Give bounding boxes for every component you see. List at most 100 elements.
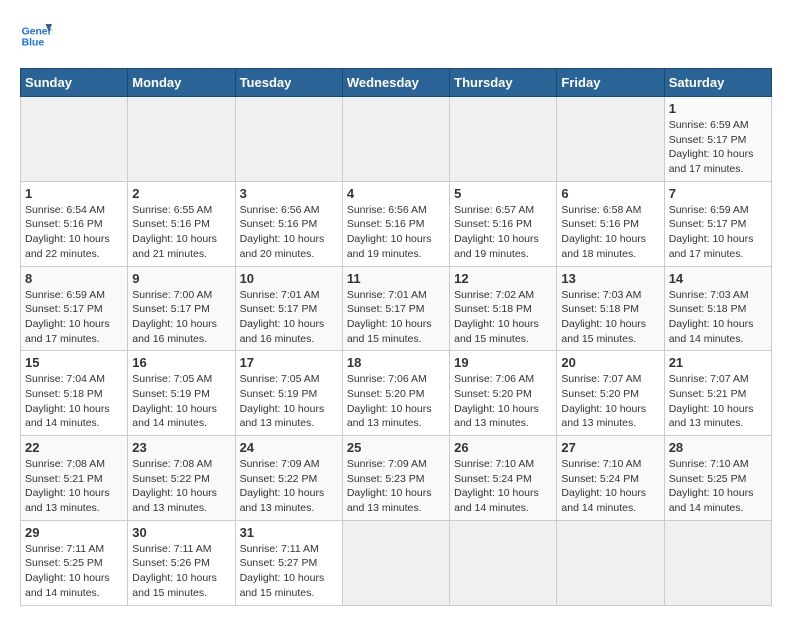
day-number: 4 [347, 186, 445, 201]
day-info: Sunrise: 7:08 AM Sunset: 5:21 PM Dayligh… [25, 457, 123, 516]
day-number: 10 [240, 271, 338, 286]
day-info: Sunrise: 7:11 AM Sunset: 5:26 PM Dayligh… [132, 542, 230, 601]
day-number: 18 [347, 355, 445, 370]
day-info: Sunrise: 7:04 AM Sunset: 5:18 PM Dayligh… [25, 372, 123, 431]
day-number: 8 [25, 271, 123, 286]
day-number: 9 [132, 271, 230, 286]
day-number: 22 [25, 440, 123, 455]
calendar-cell: 29 Sunrise: 7:11 AM Sunset: 5:25 PM Dayl… [21, 520, 128, 605]
day-number: 15 [25, 355, 123, 370]
calendar-cell: 26 Sunrise: 7:10 AM Sunset: 5:24 PM Dayl… [450, 436, 557, 521]
calendar-week-1: 1 Sunrise: 6:54 AM Sunset: 5:16 PM Dayli… [21, 181, 772, 266]
day-info: Sunrise: 7:03 AM Sunset: 5:18 PM Dayligh… [669, 288, 767, 347]
calendar-cell [342, 97, 449, 182]
calendar-cell: 6 Sunrise: 6:58 AM Sunset: 5:16 PM Dayli… [557, 181, 664, 266]
day-info: Sunrise: 6:57 AM Sunset: 5:16 PM Dayligh… [454, 203, 552, 262]
calendar-cell [450, 97, 557, 182]
calendar-week-5: 29 Sunrise: 7:11 AM Sunset: 5:25 PM Dayl… [21, 520, 772, 605]
day-info: Sunrise: 6:54 AM Sunset: 5:16 PM Dayligh… [25, 203, 123, 262]
day-of-week-thursday: Thursday [450, 69, 557, 97]
calendar-cell: 15 Sunrise: 7:04 AM Sunset: 5:18 PM Dayl… [21, 351, 128, 436]
day-info: Sunrise: 7:05 AM Sunset: 5:19 PM Dayligh… [240, 372, 338, 431]
day-info: Sunrise: 7:11 AM Sunset: 5:25 PM Dayligh… [25, 542, 123, 601]
calendar-cell [342, 520, 449, 605]
day-info: Sunrise: 7:10 AM Sunset: 5:24 PM Dayligh… [454, 457, 552, 516]
calendar-cell: 25 Sunrise: 7:09 AM Sunset: 5:23 PM Dayl… [342, 436, 449, 521]
logo: General Blue [20, 20, 56, 52]
day-info: Sunrise: 7:07 AM Sunset: 5:20 PM Dayligh… [561, 372, 659, 431]
calendar-cell: 31 Sunrise: 7:11 AM Sunset: 5:27 PM Dayl… [235, 520, 342, 605]
day-number: 24 [240, 440, 338, 455]
day-number: 12 [454, 271, 552, 286]
logo-icon: General Blue [20, 20, 52, 52]
day-of-week-tuesday: Tuesday [235, 69, 342, 97]
calendar-cell: 20 Sunrise: 7:07 AM Sunset: 5:20 PM Dayl… [557, 351, 664, 436]
day-number: 17 [240, 355, 338, 370]
day-number: 1 [669, 101, 767, 116]
day-info: Sunrise: 7:06 AM Sunset: 5:20 PM Dayligh… [454, 372, 552, 431]
calendar-cell: 8 Sunrise: 6:59 AM Sunset: 5:17 PM Dayli… [21, 266, 128, 351]
calendar-cell: 1 Sunrise: 6:54 AM Sunset: 5:16 PM Dayli… [21, 181, 128, 266]
day-number: 14 [669, 271, 767, 286]
day-number: 11 [347, 271, 445, 286]
calendar-header-row: SundayMondayTuesdayWednesdayThursdayFrid… [21, 69, 772, 97]
day-number: 21 [669, 355, 767, 370]
day-number: 25 [347, 440, 445, 455]
day-info: Sunrise: 6:55 AM Sunset: 5:16 PM Dayligh… [132, 203, 230, 262]
day-number: 19 [454, 355, 552, 370]
day-info: Sunrise: 7:07 AM Sunset: 5:21 PM Dayligh… [669, 372, 767, 431]
day-info: Sunrise: 7:01 AM Sunset: 5:17 PM Dayligh… [347, 288, 445, 347]
calendar-week-0: 1 Sunrise: 6:59 AM Sunset: 5:17 PM Dayli… [21, 97, 772, 182]
day-info: Sunrise: 7:03 AM Sunset: 5:18 PM Dayligh… [561, 288, 659, 347]
day-number: 5 [454, 186, 552, 201]
calendar-cell: 27 Sunrise: 7:10 AM Sunset: 5:24 PM Dayl… [557, 436, 664, 521]
day-number: 27 [561, 440, 659, 455]
day-number: 3 [240, 186, 338, 201]
calendar-cell: 9 Sunrise: 7:00 AM Sunset: 5:17 PM Dayli… [128, 266, 235, 351]
calendar-cell [235, 97, 342, 182]
calendar-cell: 24 Sunrise: 7:09 AM Sunset: 5:22 PM Dayl… [235, 436, 342, 521]
calendar-cell: 1 Sunrise: 6:59 AM Sunset: 5:17 PM Dayli… [664, 97, 771, 182]
day-info: Sunrise: 7:11 AM Sunset: 5:27 PM Dayligh… [240, 542, 338, 601]
day-number: 23 [132, 440, 230, 455]
day-info: Sunrise: 7:01 AM Sunset: 5:17 PM Dayligh… [240, 288, 338, 347]
calendar-cell [128, 97, 235, 182]
day-of-week-wednesday: Wednesday [342, 69, 449, 97]
calendar-cell: 4 Sunrise: 6:56 AM Sunset: 5:16 PM Dayli… [342, 181, 449, 266]
calendar-week-2: 8 Sunrise: 6:59 AM Sunset: 5:17 PM Dayli… [21, 266, 772, 351]
calendar-week-3: 15 Sunrise: 7:04 AM Sunset: 5:18 PM Dayl… [21, 351, 772, 436]
calendar-cell: 7 Sunrise: 6:59 AM Sunset: 5:17 PM Dayli… [664, 181, 771, 266]
day-info: Sunrise: 7:08 AM Sunset: 5:22 PM Dayligh… [132, 457, 230, 516]
calendar-cell [557, 97, 664, 182]
calendar-cell: 21 Sunrise: 7:07 AM Sunset: 5:21 PM Dayl… [664, 351, 771, 436]
svg-text:Blue: Blue [22, 38, 45, 49]
day-info: Sunrise: 7:10 AM Sunset: 5:25 PM Dayligh… [669, 457, 767, 516]
day-of-week-sunday: Sunday [21, 69, 128, 97]
calendar-cell: 13 Sunrise: 7:03 AM Sunset: 5:18 PM Dayl… [557, 266, 664, 351]
day-info: Sunrise: 7:09 AM Sunset: 5:22 PM Dayligh… [240, 457, 338, 516]
day-of-week-monday: Monday [128, 69, 235, 97]
day-number: 30 [132, 525, 230, 540]
day-info: Sunrise: 6:58 AM Sunset: 5:16 PM Dayligh… [561, 203, 659, 262]
calendar-cell: 18 Sunrise: 7:06 AM Sunset: 5:20 PM Dayl… [342, 351, 449, 436]
calendar-cell: 12 Sunrise: 7:02 AM Sunset: 5:18 PM Dayl… [450, 266, 557, 351]
calendar-cell: 17 Sunrise: 7:05 AM Sunset: 5:19 PM Dayl… [235, 351, 342, 436]
day-of-week-saturday: Saturday [664, 69, 771, 97]
calendar-cell: 16 Sunrise: 7:05 AM Sunset: 5:19 PM Dayl… [128, 351, 235, 436]
calendar-cell: 14 Sunrise: 7:03 AM Sunset: 5:18 PM Dayl… [664, 266, 771, 351]
calendar-cell: 22 Sunrise: 7:08 AM Sunset: 5:21 PM Dayl… [21, 436, 128, 521]
day-number: 29 [25, 525, 123, 540]
day-info: Sunrise: 7:10 AM Sunset: 5:24 PM Dayligh… [561, 457, 659, 516]
calendar-cell: 19 Sunrise: 7:06 AM Sunset: 5:20 PM Dayl… [450, 351, 557, 436]
day-info: Sunrise: 6:59 AM Sunset: 5:17 PM Dayligh… [669, 118, 767, 177]
day-number: 6 [561, 186, 659, 201]
day-number: 20 [561, 355, 659, 370]
calendar-cell [557, 520, 664, 605]
day-number: 16 [132, 355, 230, 370]
calendar-cell: 28 Sunrise: 7:10 AM Sunset: 5:25 PM Dayl… [664, 436, 771, 521]
calendar-table: SundayMondayTuesdayWednesdayThursdayFrid… [20, 68, 772, 606]
page-header: General Blue [20, 20, 772, 52]
calendar-cell [450, 520, 557, 605]
day-number: 26 [454, 440, 552, 455]
calendar-cell: 11 Sunrise: 7:01 AM Sunset: 5:17 PM Dayl… [342, 266, 449, 351]
